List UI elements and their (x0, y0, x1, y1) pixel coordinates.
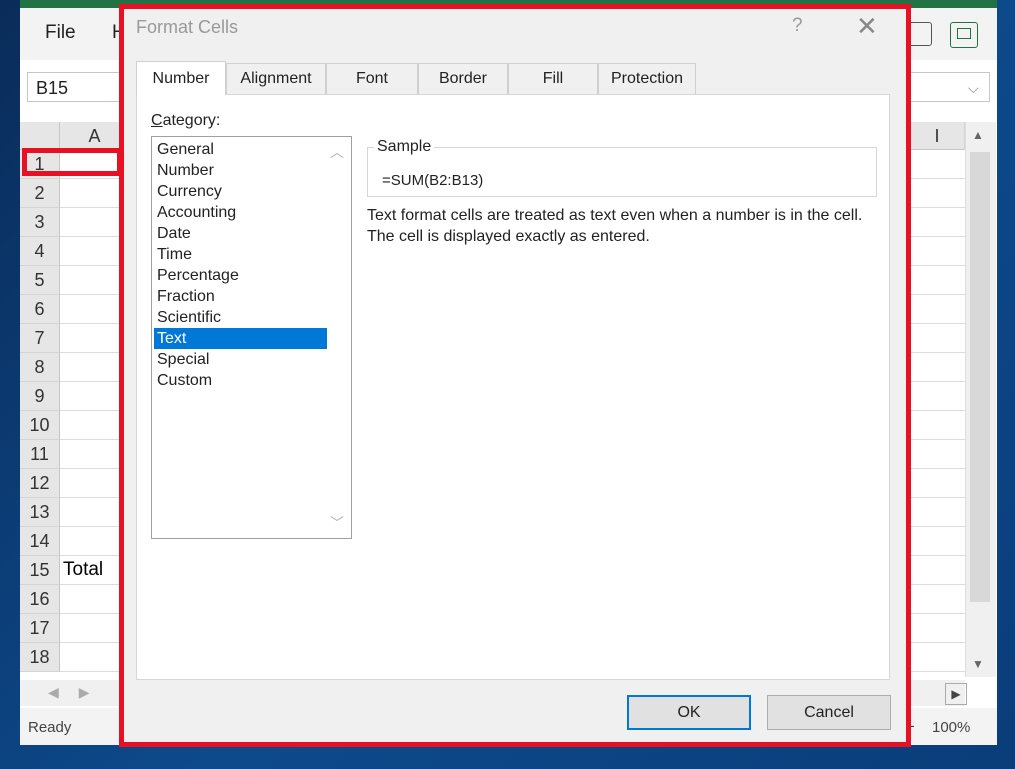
scroll-right-icon[interactable]: ▶ (945, 683, 967, 705)
column-header-i[interactable]: I (910, 122, 965, 150)
comment-icon[interactable] (950, 22, 978, 48)
cell-a9[interactable] (60, 382, 130, 410)
chevron-up-icon[interactable]: ︿ (330, 142, 344, 162)
cell-a6[interactable] (60, 295, 130, 323)
row-header[interactable]: 14 (20, 527, 60, 556)
category-item-currency[interactable]: Currency (154, 181, 327, 202)
category-item-number[interactable]: Number (154, 160, 327, 181)
zoom-in-icon[interactable]: + (905, 717, 915, 737)
chevron-down-icon[interactable]: ⌵ (968, 80, 979, 97)
row-header[interactable]: 9 (20, 382, 60, 411)
cell-a16[interactable] (60, 585, 130, 613)
row-header[interactable]: 4 (20, 237, 60, 266)
tab-border[interactable]: Border (418, 63, 508, 94)
category-item-date[interactable]: Date (154, 223, 327, 244)
row-header[interactable]: 16 (20, 585, 60, 614)
category-item-time[interactable]: Time (154, 244, 327, 265)
select-all-corner[interactable] (20, 122, 60, 150)
category-item-custom[interactable]: Custom (154, 370, 327, 391)
number-tab-panel: Category: General Number Currency Accountin… (136, 94, 890, 680)
cell-a11[interactable] (60, 440, 130, 468)
category-item-general[interactable]: General (154, 139, 327, 160)
sample-value: =SUM(B2:B13) (382, 172, 484, 189)
category-label: Category: (151, 112, 221, 129)
cell-a14[interactable] (60, 527, 130, 555)
cell-a4[interactable] (60, 237, 130, 265)
row-header[interactable]: 12 (20, 469, 60, 498)
row-header[interactable]: 13 (20, 498, 60, 527)
cell-a2[interactable] (60, 179, 130, 207)
cell-a18[interactable] (60, 643, 130, 671)
row-header[interactable]: 2 (20, 179, 60, 208)
category-item-accounting[interactable]: Accounting (154, 202, 327, 223)
tab-alignment[interactable]: Alignment (226, 63, 326, 94)
cell-a13[interactable] (60, 498, 130, 526)
format-description: Text format cells are treated as text ev… (367, 207, 863, 245)
row-header[interactable]: 17 (20, 614, 60, 643)
sample-label: Sample (374, 138, 435, 156)
dialog-title: Format Cells (136, 17, 239, 37)
cell-a17[interactable] (60, 614, 130, 642)
cell-a1[interactable] (60, 150, 130, 178)
scroll-thumb[interactable] (970, 152, 990, 602)
sample-group: Sample =SUM(B2:B13) (367, 138, 877, 197)
zoom-level[interactable]: 100% (932, 719, 970, 736)
row-header[interactable]: 5 (20, 266, 60, 295)
tab-fill[interactable]: Fill (508, 63, 598, 94)
scroll-up-icon[interactable]: ▲ (972, 128, 984, 142)
category-item-percentage[interactable]: Percentage (154, 265, 327, 286)
row-header[interactable]: 3 (20, 208, 60, 237)
vertical-scrollbar[interactable]: ▲ ▼ (965, 122, 996, 677)
row-header[interactable]: 11 (20, 440, 60, 469)
column-header-a[interactable]: A (60, 122, 130, 150)
category-item-scientific[interactable]: Scientific (154, 307, 327, 328)
row-header[interactable]: 8 (20, 353, 60, 382)
row-header[interactable]: 18 (20, 643, 60, 672)
share-icon[interactable] (908, 22, 932, 46)
ok-button[interactable]: OK (627, 695, 751, 730)
tab-font[interactable]: Font (326, 63, 418, 94)
ribbon-tab-file[interactable]: File (45, 22, 76, 44)
cell-a5[interactable] (60, 266, 130, 294)
format-cells-dialog: Format Cells ? ✕ Number Alignment Font B… (124, 9, 906, 742)
cell-a8[interactable] (60, 353, 130, 381)
row-header[interactable]: 7 (20, 324, 60, 353)
row-header[interactable]: 1 (20, 150, 60, 179)
cancel-button[interactable]: Cancel (767, 695, 891, 730)
sheet-nav-icons[interactable]: ◀▶ (48, 684, 110, 701)
title-bar-strip (20, 0, 997, 8)
chevron-down-icon[interactable]: ﹀ (330, 513, 344, 533)
category-item-fraction[interactable]: Fraction (154, 286, 327, 307)
status-text: Ready (28, 719, 72, 736)
category-list[interactable]: General Number Currency Accounting Date Time P… (151, 136, 352, 539)
tab-protection[interactable]: Protection (598, 63, 696, 94)
row-header[interactable]: 15 (20, 556, 60, 585)
close-icon[interactable]: ✕ (856, 11, 878, 42)
cell-a3[interactable] (60, 208, 130, 236)
cell-a15[interactable]: Total (60, 556, 130, 584)
category-item-text[interactable]: Text (154, 328, 327, 349)
cell-a10[interactable] (60, 411, 130, 439)
cell-a12[interactable] (60, 469, 130, 497)
help-icon[interactable]: ? (792, 15, 803, 37)
row-header[interactable]: 6 (20, 295, 60, 324)
tab-number[interactable]: Number (136, 61, 226, 95)
row-header[interactable]: 10 (20, 411, 60, 440)
cell-a7[interactable] (60, 324, 130, 352)
scroll-down-icon[interactable]: ▼ (972, 657, 984, 671)
category-item-special[interactable]: Special (154, 349, 327, 370)
